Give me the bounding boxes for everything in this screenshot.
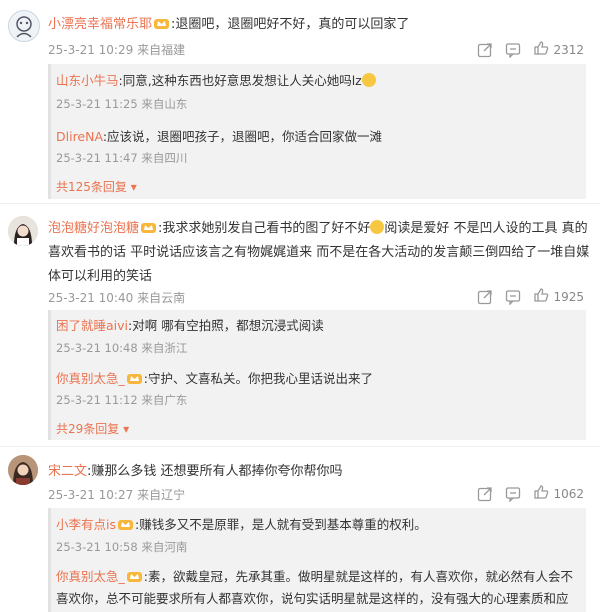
reply-line: 山东小牛马:同意,这种东西也好意思发想让人关心她吗lz — [56, 70, 376, 89]
reply-divider — [48, 508, 51, 612]
like-button[interactable]: 1925 — [533, 287, 584, 306]
comment-username[interactable]: 小漂亮幸福常乐耶 — [48, 17, 152, 32]
more-replies-link[interactable]: 共125条回复 ▾ — [56, 178, 137, 195]
comment-text: 体可以利用的笑话 — [48, 269, 153, 284]
like-count: 1925 — [553, 289, 584, 304]
reply-date: 25-3-21 10:48 — [56, 341, 138, 355]
crown-badge-icon — [126, 568, 142, 582]
more-replies-label: 共29条回复 — [56, 422, 120, 436]
reply-text: 喜欢你，总不可能要求所有人都喜欢你，说句实话明星就是这样的，没有强大的心理素质和… — [56, 591, 569, 606]
reply-line: DlireNA:应该说，退圈吧孩子，退圈吧，你适合回家做一滩 — [56, 126, 382, 145]
comment-date: 25-3-21 10:29 — [48, 43, 134, 57]
reply-line: 你真别太急_ :守护、文喜私关。你把我心里话说出来了 — [56, 368, 373, 387]
comment-date: 25-3-21 10:40 — [48, 291, 134, 305]
reply-box: 困了就睡aivi:对啊 哪有空拍照，都想沉浸式阅读 25-3-21 10:48 … — [48, 310, 586, 440]
reply-line: 小李有点is :赚钱多又不是原罪，是人就有受到基本尊重的权利。 — [56, 514, 427, 533]
share-icon[interactable] — [477, 289, 493, 305]
comment-text: :我求求她别发自己看书的图了好不好 — [158, 221, 371, 236]
crown-badge-icon — [141, 219, 157, 233]
reply-username[interactable]: 你真别太急_ — [56, 371, 125, 386]
reply-username[interactable]: 你真别太急_ — [56, 569, 125, 584]
like-count: 2312 — [553, 42, 584, 57]
comment-location: 来自辽宁 — [137, 488, 186, 502]
thumb-up-icon — [533, 484, 549, 503]
comment-location: 来自福建 — [137, 43, 186, 57]
chevron-down-icon: ▾ — [126, 180, 137, 194]
reply-meta: 25-3-21 11:12 来自广东 — [56, 392, 187, 408]
reply-username[interactable]: 山东小牛马 — [56, 73, 119, 88]
reply-location: 来自山东 — [141, 97, 188, 111]
reply-date: 25-3-21 11:47 — [56, 151, 138, 165]
comment-line: 泡泡糖好泡泡糖 :我求求她别发自己看书的图了好不好 阅读是爱好 不是凹人设的工具 真… — [48, 217, 588, 236]
reply-box: 小李有点is :赚钱多又不是原罪，是人就有受到基本尊重的权利。 25-3-21 1… — [48, 508, 586, 612]
comment-text: 喜欢看书的话 平时说话应该言之有物娓娓道来 而不是在各大活动的发言颠三倒四给了一… — [48, 245, 590, 260]
avatar[interactable] — [8, 10, 40, 42]
comment-line: 小漂亮幸福常乐耶 :退圈吧，退圈吧好不好，真的可以回家了 — [48, 13, 409, 32]
divider — [0, 203, 600, 204]
crown-badge-icon — [126, 370, 142, 384]
reply-line: 困了就睡aivi:对啊 哪有空拍照，都想沉浸式阅读 — [56, 315, 324, 334]
reply-text: :对啊 哪有空拍照，都想沉浸式阅读 — [128, 318, 324, 333]
comment-icon[interactable] — [505, 486, 521, 502]
reply-text: :守护、文喜私关。你把我心里话说出来了 — [143, 371, 373, 386]
reply-line: 你真别太急_ :素，欲戴皇冠，先承其重。做明星就是这样的，有人喜欢你，就必然有人会… — [56, 566, 573, 585]
comment-date: 25-3-21 10:27 — [48, 488, 134, 502]
comment-username[interactable]: 宋二文 — [48, 464, 87, 479]
reply-date: 25-3-21 11:12 — [56, 393, 138, 407]
chevron-down-icon: ▾ — [119, 422, 130, 436]
reply-location: 来自河南 — [141, 540, 188, 554]
like-button[interactable]: 1062 — [533, 484, 584, 503]
comment-text: :赚那么多钱 还想要所有人都捧你夸你帮你吗 — [87, 464, 343, 479]
divider — [0, 446, 600, 447]
more-replies-link[interactable]: 共29条回复 ▾ — [56, 420, 129, 437]
emoji-icon — [370, 220, 385, 234]
reply-date: 25-3-21 10:58 — [56, 540, 138, 554]
reply-text: :素，欲戴皇冠，先承其重。做明星就是这样的，有人喜欢你，就必然有人会不 — [143, 569, 573, 584]
reply-meta: 25-3-21 10:48 来自浙江 — [56, 340, 187, 356]
thumb-up-icon — [533, 287, 549, 306]
comment-icon[interactable] — [505, 289, 521, 305]
reply-text: :同意,这种东西也好意思发想让人关心她吗lz — [118, 73, 362, 88]
reply-box: 山东小牛马:同意,这种东西也好意思发想让人关心她吗lz 25-3-21 11:2… — [48, 64, 586, 199]
emoji-icon — [361, 73, 376, 87]
reply-location: 来自浙江 — [141, 341, 188, 355]
comment-meta: 25-3-21 10:40 来自云南 — [48, 289, 185, 306]
avatar[interactable] — [8, 216, 38, 246]
reply-location: 来自广东 — [141, 393, 188, 407]
comment-line: 宋二文:赚那么多钱 还想要所有人都捧你夸你帮你吗 — [48, 460, 343, 479]
comment-icon[interactable] — [505, 42, 521, 58]
comment-actions: 1925 — [477, 287, 584, 306]
comment-text: 阅读是爱好 不是凹人设的工具 真的 — [384, 221, 588, 236]
thumb-up-icon — [533, 40, 549, 59]
comment-username[interactable]: 泡泡糖好泡泡糖 — [48, 221, 139, 236]
comment-text: :退圈吧，退圈吧好不好，真的可以回家了 — [171, 17, 410, 32]
reply-divider — [48, 310, 51, 440]
comment-actions: 1062 — [477, 484, 584, 503]
crown-badge-icon — [154, 15, 170, 29]
like-count: 1062 — [553, 486, 584, 501]
more-replies-label: 共125条回复 — [56, 180, 127, 194]
reply-divider — [48, 64, 51, 199]
reply-meta: 25-3-21 11:25 来自山东 — [56, 96, 187, 112]
crown-badge-icon — [118, 516, 133, 530]
share-icon[interactable] — [477, 42, 493, 58]
comment-meta: 25-3-21 10:29 来自福建 — [48, 41, 185, 58]
reply-username[interactable]: DlireNA — [56, 129, 103, 144]
reply-username[interactable]: 小李有点is — [56, 517, 116, 532]
reply-meta: 25-3-21 10:58 来自河南 — [56, 539, 187, 555]
avatar[interactable] — [8, 455, 38, 485]
reply-username[interactable]: 困了就睡aivi — [56, 318, 128, 333]
reply-date: 25-3-21 11:25 — [56, 97, 138, 111]
share-icon[interactable] — [477, 486, 493, 502]
reply-meta: 25-3-21 11:47 来自四川 — [56, 150, 187, 166]
reply-text: :赚钱多又不是原罪，是人就有受到基本尊重的权利。 — [135, 517, 427, 532]
comment-location: 来自云南 — [137, 291, 186, 305]
comment-meta: 25-3-21 10:27 来自辽宁 — [48, 486, 185, 503]
reply-text: :应该说，退圈吧孩子，退圈吧，你适合回家做一滩 — [102, 129, 383, 144]
like-button[interactable]: 2312 — [533, 40, 584, 59]
reply-location: 来自四川 — [141, 151, 188, 165]
comment-actions: 2312 — [477, 40, 584, 59]
